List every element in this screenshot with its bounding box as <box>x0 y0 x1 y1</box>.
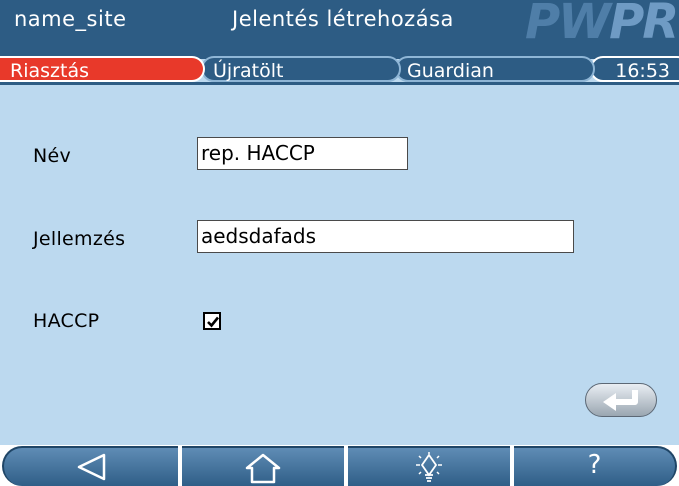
name-label: Név <box>33 145 72 167</box>
logo-text-a: PW <box>525 0 611 40</box>
site-name: name_site <box>14 7 127 31</box>
haccp-checkbox[interactable] <box>203 312 221 330</box>
light-button[interactable] <box>348 446 510 486</box>
tab-alarm[interactable]: Riasztás <box>0 56 205 82</box>
home-button[interactable] <box>182 446 344 486</box>
haccp-label: HACCP <box>33 310 100 332</box>
home-icon <box>245 453 281 484</box>
name-input[interactable]: rep. HACCP <box>197 137 408 170</box>
logo-text-b: PRO <box>609 0 679 40</box>
back-button[interactable] <box>2 446 178 486</box>
tab-reload-label: Újratölt <box>213 60 284 82</box>
tab-reload[interactable]: Újratölt <box>201 56 401 82</box>
screen: name_site Jelentés létrehozása PWPRO 16:… <box>0 0 679 486</box>
tab-divider <box>0 82 679 85</box>
enter-arrow-icon <box>603 390 638 411</box>
enter-button[interactable] <box>585 383 657 417</box>
description-label: Jellemzés <box>33 228 126 250</box>
back-triangle-icon <box>77 453 106 481</box>
help-button[interactable]: ? <box>514 446 677 486</box>
checkmark-icon <box>207 316 220 328</box>
help-label: ? <box>587 450 602 480</box>
tab-alarm-label: Riasztás <box>10 60 89 82</box>
description-input[interactable]: aedsdafads <box>197 220 574 253</box>
title-bar: name_site Jelentés létrehozása PWPRO <box>0 0 679 40</box>
clock: 16:53 <box>590 56 679 82</box>
clock-label: 16:53 <box>615 60 670 82</box>
tab-guardian-label: Guardian <box>407 60 494 82</box>
page-title: Jelentés létrehozása <box>232 7 454 31</box>
logo: PWPRO <box>525 0 679 40</box>
light-icon <box>416 452 442 482</box>
tab-guardian[interactable]: Guardian <box>395 56 595 82</box>
